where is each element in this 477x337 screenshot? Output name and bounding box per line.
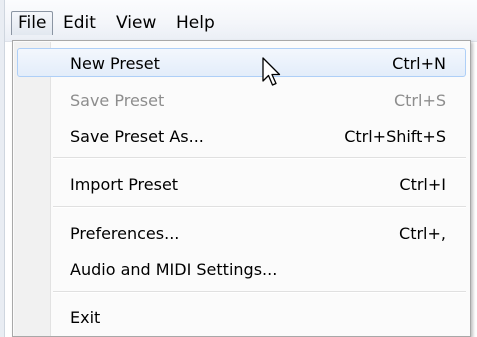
menu-item-shortcut: Ctrl+S <box>393 91 446 110</box>
menu-item-save-preset-as[interactable]: Save Preset As... Ctrl+Shift+S <box>17 121 466 150</box>
menu-item-label: Save Preset <box>70 91 165 110</box>
menu-item-shortcut: Ctrl+, <box>399 224 446 243</box>
menu-item-shortcut: Ctrl+N <box>392 54 446 73</box>
menu-item-exit[interactable]: Exit <box>17 302 466 331</box>
menu-item-shortcut: Ctrl+I <box>399 175 446 194</box>
menu-item-shortcut: Ctrl+Shift+S <box>344 127 446 146</box>
menu-file[interactable]: File <box>11 11 54 35</box>
menu-item-label: New Preset <box>70 54 160 73</box>
menu-separator <box>53 157 466 159</box>
menu-item-label: Preferences... <box>70 224 180 243</box>
arrow-cursor-icon <box>262 57 281 86</box>
menu-separator <box>53 206 466 208</box>
menu-view[interactable]: View <box>110 11 162 35</box>
menu-item-audio-midi-settings[interactable]: Audio and MIDI Settings... <box>17 254 466 283</box>
menu-help[interactable]: Help <box>170 11 221 35</box>
menu-item-label: Exit <box>70 308 101 327</box>
menu-item-label: Import Preset <box>70 175 179 194</box>
menu-item-import-preset[interactable]: Import Preset Ctrl+I <box>17 169 466 198</box>
window-left-border <box>0 0 5 337</box>
menu-item-save-preset: Save Preset Ctrl+S <box>17 85 466 114</box>
menu-separator <box>53 291 466 293</box>
file-menu-dropdown: New Preset Ctrl+N Save Preset Ctrl+S Sav… <box>12 40 471 337</box>
menu-item-label: Audio and MIDI Settings... <box>70 260 278 279</box>
menu-edit[interactable]: Edit <box>57 11 102 35</box>
menu-bar: File Edit View Help <box>0 0 477 42</box>
application-window: File Edit View Help New Preset Ctrl+N Sa… <box>0 0 477 337</box>
menu-item-new-preset[interactable]: New Preset Ctrl+N <box>17 48 466 77</box>
menu-item-preferences[interactable]: Preferences... Ctrl+, <box>17 218 466 247</box>
menu-item-label: Save Preset As... <box>70 127 204 146</box>
